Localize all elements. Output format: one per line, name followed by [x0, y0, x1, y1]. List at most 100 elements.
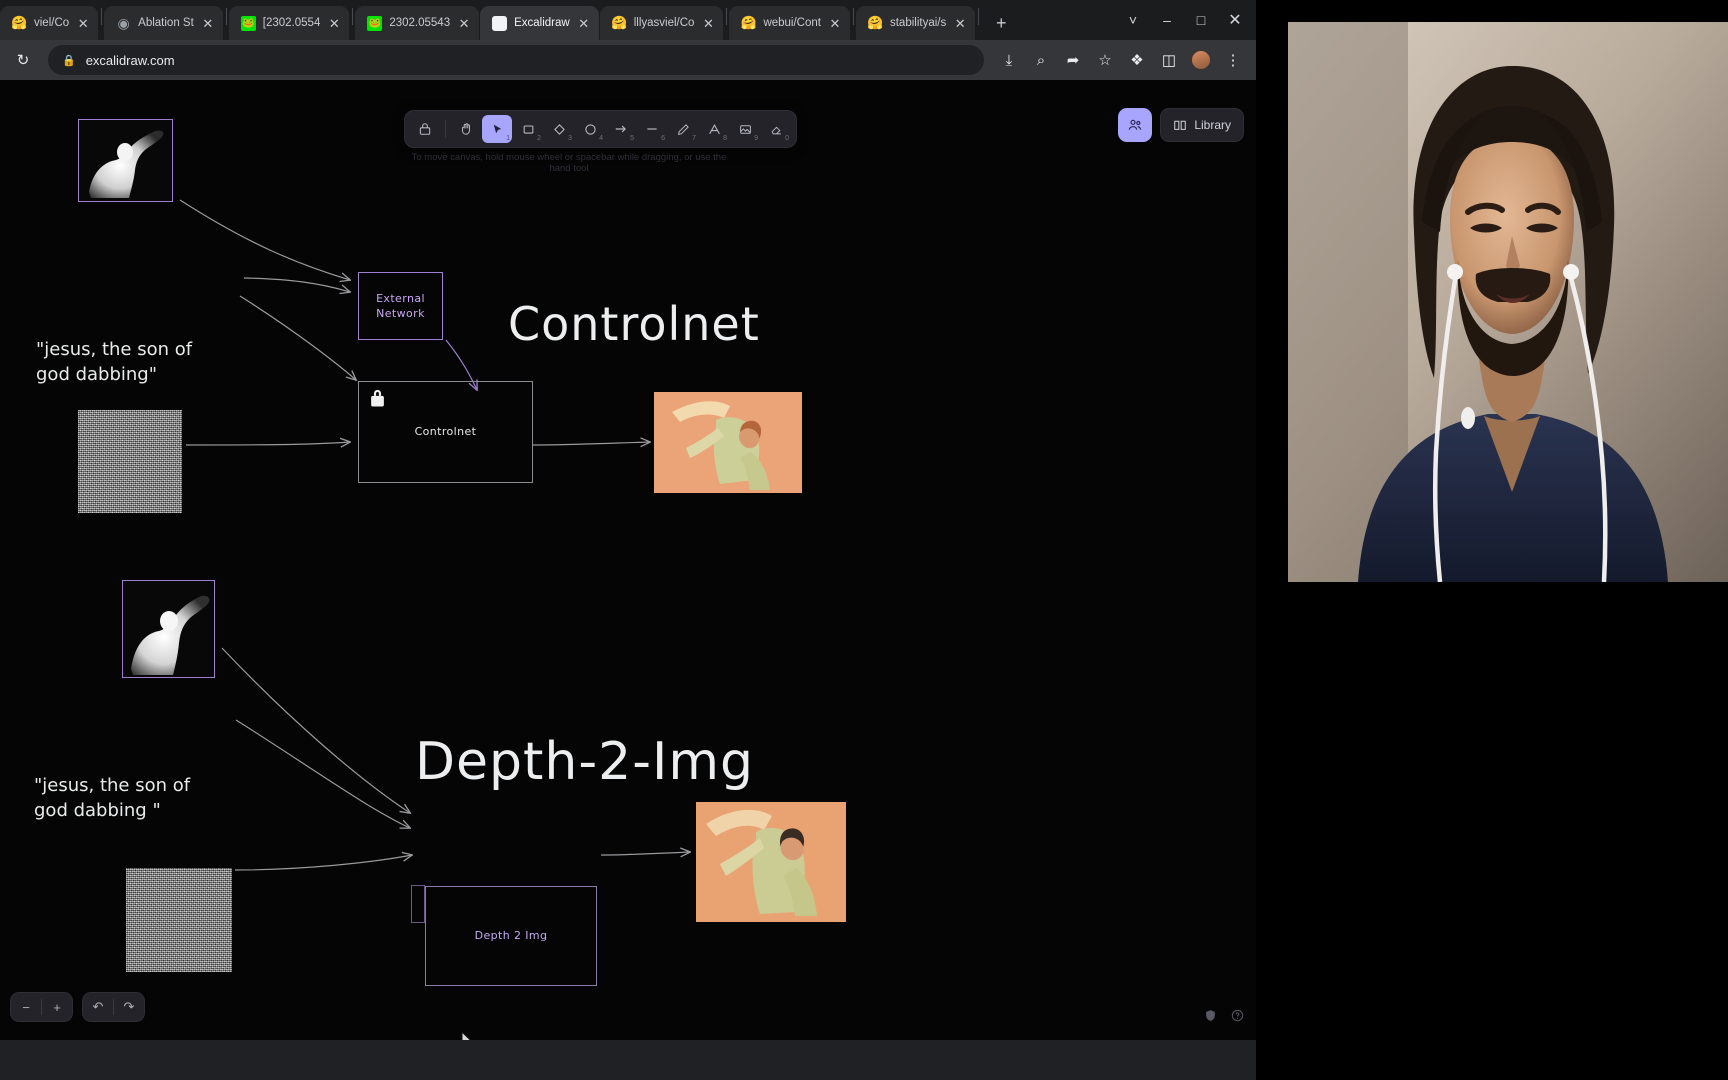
- tab-label: lllyasviel/Co: [633, 17, 695, 29]
- ellipse-tool[interactable]: 4: [575, 115, 605, 143]
- library-button[interactable]: Library: [1160, 108, 1244, 142]
- reload-icon[interactable]: ↻: [8, 45, 38, 75]
- zoom-icon[interactable]: ⌕: [1026, 45, 1056, 75]
- image-tool[interactable]: 9: [730, 115, 760, 143]
- orange-output-illustration: [654, 392, 802, 493]
- tab-label: webui/Cont: [763, 17, 821, 29]
- mouse-cursor: [461, 1030, 475, 1040]
- prompt-text-depth2img: "jesus, the son of god dabbing ": [34, 775, 191, 821]
- tab-label: 2302.05543: [389, 17, 451, 29]
- hf-icon: 🤗: [867, 15, 884, 30]
- address-bar-actions: ⤓ ⌕ ➦ ☆ ❖ ◫ ⋮: [994, 45, 1248, 75]
- install-icon[interactable]: ⤓: [994, 45, 1024, 75]
- lock-tool[interactable]: [410, 115, 440, 143]
- tab-separator: [352, 7, 354, 25]
- tool-shortcut: 7: [692, 135, 696, 142]
- omnibox[interactable]: 🔒 excalidraw.com: [48, 45, 984, 75]
- draw-tool[interactable]: 7: [668, 115, 698, 143]
- share-icon[interactable]: ➦: [1058, 45, 1088, 75]
- redo-button[interactable]: ↷: [114, 992, 144, 1022]
- tab-close-icon[interactable]: ✕: [953, 17, 967, 30]
- tab-label: Ablation St: [138, 17, 194, 29]
- tab-close-icon[interactable]: ✕: [701, 17, 715, 30]
- browser-tab-1[interactable]: ◉ Ablation St ✕: [104, 6, 223, 40]
- tab-close-icon[interactable]: ✕: [327, 17, 341, 30]
- noise-input-image[interactable]: [126, 868, 232, 972]
- arrow-tool[interactable]: 5: [606, 115, 636, 143]
- depth-map-input-image[interactable]: [78, 119, 173, 202]
- bookmark-star-icon[interactable]: ☆: [1090, 45, 1120, 75]
- tab-separator: [225, 7, 227, 25]
- browser-tab-6[interactable]: 🤗 webui/Cont ✕: [729, 6, 850, 40]
- external-network-label: External Network: [376, 291, 425, 320]
- tab-close-icon[interactable]: ✕: [577, 17, 591, 30]
- tab-separator: [101, 7, 103, 25]
- depth-2-img-node[interactable]: Depth 2 Img: [425, 886, 597, 986]
- url-text: excalidraw.com: [85, 52, 175, 68]
- browser-tab-excalidraw[interactable]: ✎ Excalidraw ✕: [480, 6, 599, 40]
- maximize-button[interactable]: □: [1184, 3, 1218, 37]
- selection-handle[interactable]: [411, 885, 425, 923]
- generated-output-image[interactable]: [654, 392, 802, 493]
- zoom-out-button[interactable]: −: [11, 992, 41, 1022]
- arxiv-icon: 🐸: [240, 15, 256, 31]
- hand-tool[interactable]: [451, 115, 481, 143]
- live-collaboration-button[interactable]: [1118, 108, 1153, 142]
- selection-tool[interactable]: 1: [482, 115, 512, 143]
- controlnet-label: Controlnet: [414, 425, 477, 439]
- tab-close-icon[interactable]: ✕: [201, 17, 215, 30]
- webcam-video: [1288, 22, 1728, 582]
- tool-shortcut: 3: [568, 135, 572, 142]
- browser-tab-7[interactable]: 🤗 stabilityai/s ✕: [855, 6, 976, 40]
- diamond-tool[interactable]: 3: [544, 115, 574, 143]
- hf-icon: 🤗: [11, 15, 28, 30]
- excalidraw-canvas[interactable]: 1 2 3 4 5 6 7 8 9 0 To move canvas, hold…: [0, 80, 1256, 1040]
- noise-input-image[interactable]: [78, 410, 182, 513]
- depth-map-illustration: [79, 120, 172, 201]
- help-icon[interactable]: [1231, 1009, 1244, 1022]
- browser-tab-0[interactable]: 🤗 viel/Co ✕: [0, 6, 99, 40]
- rectangle-tool[interactable]: 2: [513, 115, 543, 143]
- arxiv-icon: 🐸: [367, 15, 383, 31]
- screen: 🤗 viel/Co ✕ ◉ Ablation St ✕ 🐸 [2302.0554…: [0, 0, 1728, 1080]
- controlnet-node[interactable]: Controlnet: [358, 381, 533, 483]
- sidepanel-icon[interactable]: ◫: [1154, 45, 1184, 75]
- section-title-controlnet: Controlnet: [508, 297, 760, 351]
- depth-map-input-image[interactable]: [122, 580, 215, 678]
- book-icon: [1174, 120, 1187, 130]
- tool-shortcut: 8: [723, 135, 727, 142]
- avatar[interactable]: [1186, 45, 1216, 75]
- text-tool[interactable]: 8: [699, 115, 729, 143]
- browser-tab-2[interactable]: 🐸 [2302.0554 ✕: [228, 6, 350, 40]
- excalidraw-toolbar[interactable]: 1 2 3 4 5 6 7 8 9 0: [404, 110, 797, 148]
- prompt-text-controlnet: "jesus, the son of god dabbing": [36, 339, 193, 385]
- browser-menu-icon[interactable]: ⋮: [1218, 45, 1248, 75]
- browser-tab-3[interactable]: 🐸 2302.05543 ✕: [355, 6, 480, 40]
- tab-close-icon[interactable]: ✕: [457, 17, 471, 30]
- presenter-webcam: [1288, 22, 1728, 582]
- close-window-button[interactable]: ✕: [1218, 3, 1252, 37]
- tab-label: [2302.0554: [262, 17, 321, 29]
- undo-button[interactable]: ↶: [83, 992, 113, 1022]
- minimize-button[interactable]: –: [1150, 3, 1184, 37]
- external-network-node[interactable]: External Network: [358, 272, 443, 340]
- excalidraw-icon: ✎: [492, 15, 508, 31]
- lock-icon: 🔒: [62, 54, 76, 67]
- browser-tab-5[interactable]: 🤗 lllyasviel/Co ✕: [599, 6, 724, 40]
- hf-icon: 🤗: [611, 15, 628, 30]
- tool-shortcut: 2: [537, 135, 541, 142]
- tab-close-icon[interactable]: ✕: [828, 17, 842, 30]
- tab-separator: [978, 7, 980, 25]
- browser-window: 🤗 viel/Co ✕ ◉ Ablation St ✕ 🐸 [2302.0554…: [0, 0, 1256, 1080]
- generated-output-image[interactable]: [696, 802, 846, 922]
- extensions-puzzle-icon[interactable]: ❖: [1122, 45, 1152, 75]
- tab-close-icon[interactable]: ✕: [76, 17, 90, 30]
- lock-icon: [369, 388, 386, 408]
- zoom-in-button[interactable]: +: [42, 992, 72, 1022]
- line-tool[interactable]: 6: [637, 115, 667, 143]
- eraser-tool[interactable]: 0: [761, 115, 791, 143]
- new-tab-button[interactable]: +: [987, 9, 1015, 37]
- tab-search-chevron-down-icon[interactable]: ˅: [1116, 3, 1150, 37]
- zoom-controls: − +: [10, 992, 73, 1022]
- shield-icon[interactable]: [1204, 1009, 1217, 1022]
